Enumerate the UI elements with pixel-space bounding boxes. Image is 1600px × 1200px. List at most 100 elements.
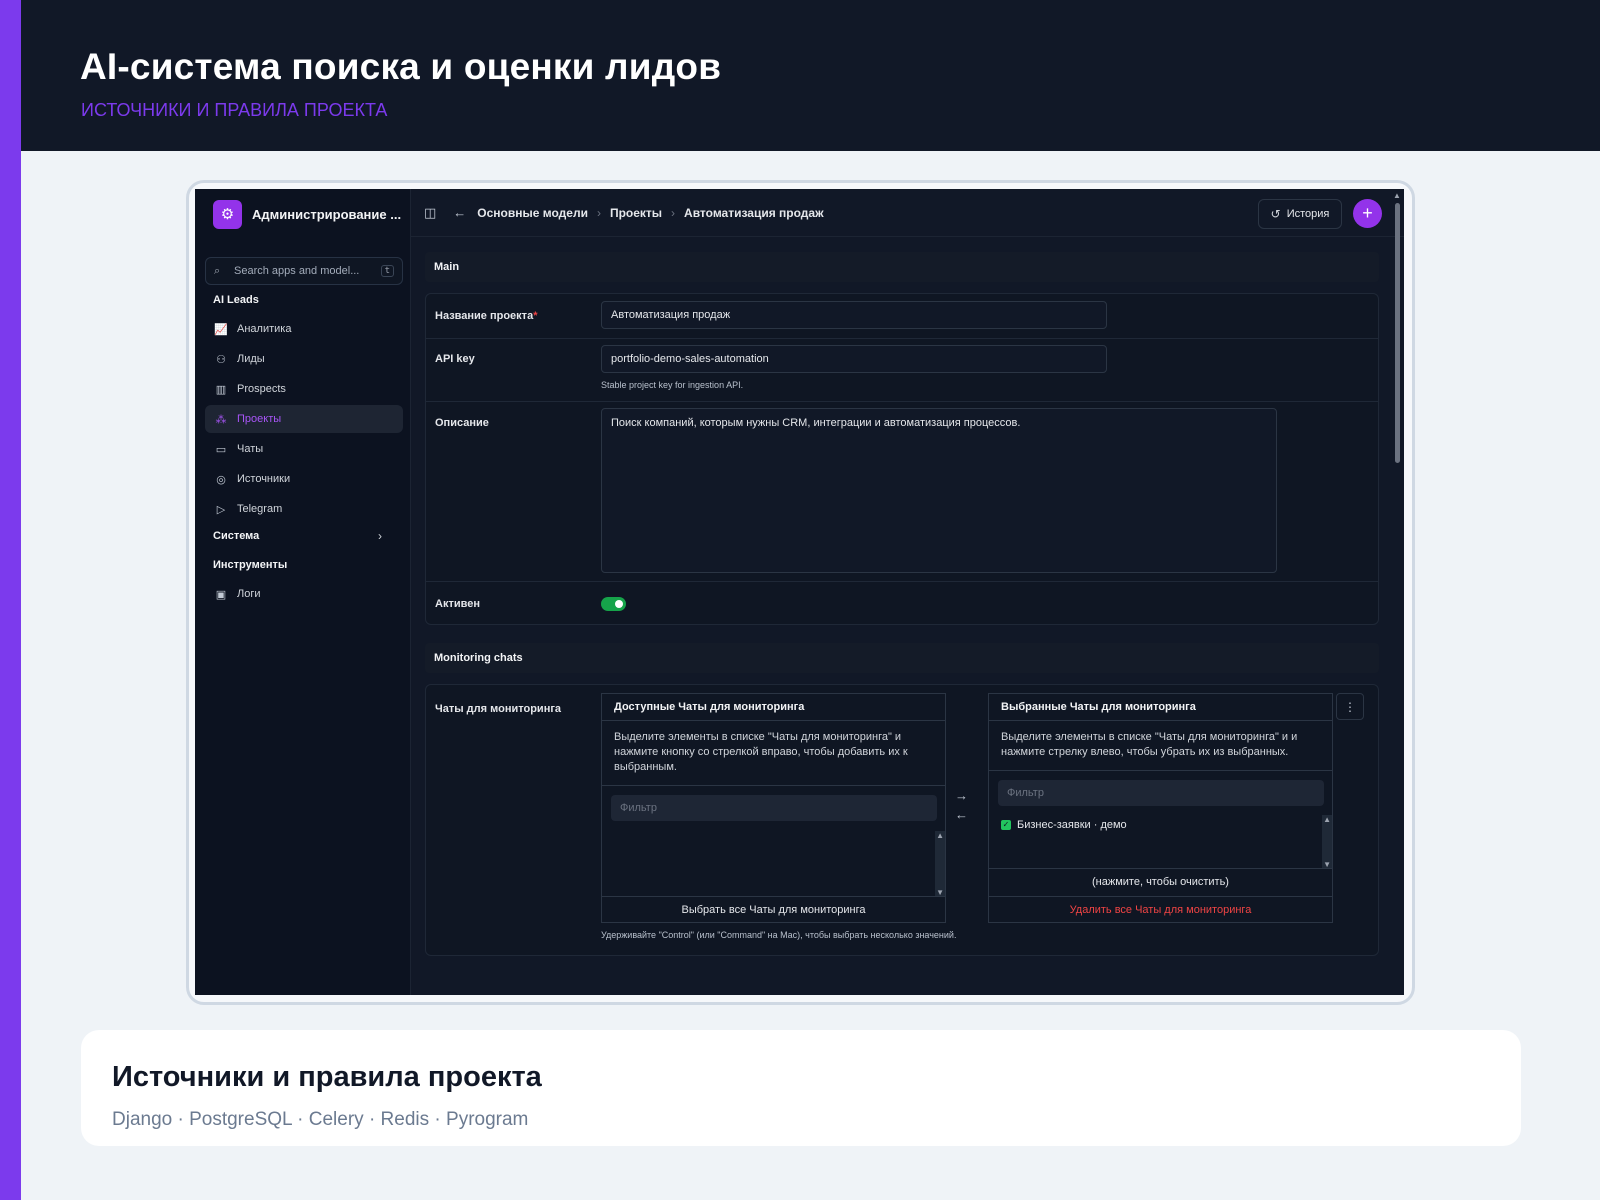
info-title: Источники и правила проекта (112, 1061, 542, 1093)
sidebar-item-chats[interactable]: ▭ Чаты (205, 435, 403, 463)
required-mark: * (533, 310, 538, 322)
arrow-right-icon[interactable]: → (955, 788, 968, 803)
info-card: Источники и правила проекта Django · Pos… (81, 1030, 1521, 1146)
name-label: Название проекта* (435, 310, 538, 322)
available-filter-input[interactable]: Фильтр (611, 795, 937, 821)
shortcut-hint: t (380, 265, 394, 277)
multi-select-help: Удерживайте "Control" (или "Command" на … (601, 930, 957, 940)
sidebar-item-label: Чаты (237, 443, 264, 455)
clear-selection-link[interactable]: (нажмите, чтобы очистить) (989, 868, 1332, 895)
sidebar: ⚙ Администрирование ... ⌕ Search apps an… (195, 189, 411, 995)
main-fieldset: Название проекта* Автоматизация продаж A… (425, 293, 1379, 625)
brand-name: Администрирование ... (252, 206, 402, 222)
available-desc: Выделите элементы в списке "Чаты для мон… (614, 731, 908, 773)
selected-desc: Выделите элементы в списке "Чаты для мон… (1001, 731, 1298, 758)
sidebar-group-ai-leads: AI Leads (213, 294, 259, 306)
chevron-right-icon: › (671, 205, 676, 220)
selected-filter-input[interactable]: Фильтр (998, 780, 1324, 806)
sidebar-item-leads[interactable]: ⚇ Лиды (205, 345, 403, 373)
choose-all-button[interactable]: Выбрать все Чаты для мониторинга (602, 896, 945, 923)
sidebar-item-telegram[interactable]: ▷ Telegram (205, 495, 403, 523)
scroll-up-icon[interactable]: ▲ (1393, 191, 1401, 200)
option-label: Бизнес-заявки · демо (1017, 819, 1127, 831)
history-icon: ↺ (1270, 207, 1281, 221)
scroll-up-icon[interactable]: ▲ (1323, 815, 1331, 824)
breadcrumb-models[interactable]: Основные модели (477, 206, 588, 220)
add-button[interactable]: + (1353, 199, 1382, 228)
monitoring-fieldset: Чаты для мониторинга Доступные Чаты для … (425, 684, 1379, 956)
api-key-input[interactable]: portfolio-demo-sales-automation (601, 345, 1107, 373)
page-scrollbar[interactable]: ▲ (1393, 189, 1402, 995)
section-main: Main (425, 252, 1379, 282)
more-options-icon[interactable]: ⋮ (1336, 693, 1364, 720)
sidebar-item-sources[interactable]: ◎ Источники (205, 465, 403, 493)
sidebar-item-label: Аналитика (237, 323, 292, 335)
scrollbar-thumb[interactable] (1395, 203, 1400, 463)
scroll-up-icon[interactable]: ▲ (936, 831, 944, 840)
list-item[interactable]: ✓ Бизнес-заявки · демо (1001, 819, 1127, 831)
search-icon: ⌕ (214, 264, 221, 277)
accent-bar (0, 0, 21, 1200)
checkbox-checked-icon: ✓ (1001, 820, 1011, 830)
page-title: AI-система поиска и оценки лидов (80, 46, 722, 87)
scrollbar[interactable]: ▲ ▼ (935, 831, 945, 897)
chevron-right-icon: › (596, 205, 601, 220)
sidebar-item-label: Проекты (237, 413, 282, 425)
brand[interactable]: ⚙ Администрирование ... (213, 199, 402, 229)
selected-list[interactable]: ✓ Бизнес-заявки · демо ▲ ▼ (989, 815, 1332, 869)
admin-screenshot: ⚙ Администрирование ... ⌕ Search apps an… (195, 189, 1404, 995)
top-header: AI-система поиска и оценки лидов ИСТОЧНИ… (21, 0, 1600, 151)
sidebar-group-system[interactable]: Система (213, 530, 259, 542)
terminal-icon: ▣ (215, 588, 227, 601)
send-icon: ▷ (216, 503, 226, 516)
page-subtitle: ИСТОЧНИКИ И ПРАВИЛА ПРОЕКТА (81, 100, 388, 120)
users-icon: ⚇ (216, 353, 226, 366)
remove-all-button[interactable]: Удалить все Чаты для мониторинга (989, 896, 1332, 923)
building-icon: ▥ (215, 383, 227, 396)
history-label: История (1286, 208, 1330, 220)
plus-icon: + (1362, 203, 1373, 223)
chat-icon: ▭ (215, 443, 227, 456)
sidebar-item-logs[interactable]: ▣ Логи (205, 580, 403, 608)
tech-stack: Django · PostgreSQL · Celery · Redis · P… (112, 1109, 529, 1130)
active-label: Активен (435, 598, 480, 610)
sidebar-item-label: Telegram (237, 503, 283, 515)
sidebar-item-label: Логи (237, 588, 261, 600)
available-title: Доступные Чаты для мониторинга (602, 694, 945, 721)
description-textarea[interactable]: Поиск компаний, которым нужны CRM, интег… (601, 408, 1277, 573)
available-list[interactable]: ▲ ▼ (602, 831, 945, 897)
sidebar-item-label: Источники (237, 473, 291, 485)
sidebar-item-analytics[interactable]: 📈 Аналитика (205, 315, 403, 343)
history-button[interactable]: ↺ История (1258, 199, 1342, 229)
api-key-help: Stable project key for ingestion API. (601, 380, 744, 390)
chart-icon: 📈 (214, 323, 228, 336)
sidebar-item-label: Prospects (237, 383, 286, 395)
row-description: Описание Поиск компаний, которым нужны C… (426, 402, 1378, 582)
project-name-input[interactable]: Автоматизация продаж (601, 301, 1107, 329)
back-arrow-icon[interactable]: ← (453, 205, 466, 220)
gear-icon: ⚙ (213, 199, 242, 229)
api-key-label: API key (435, 353, 475, 365)
row-name: Название проекта* Автоматизация продаж (426, 294, 1378, 339)
search-placeholder: Search apps and model... (234, 265, 360, 277)
section-monitoring: Monitoring chats (425, 643, 1379, 673)
hub-icon: ⁂ (215, 413, 227, 426)
available-chats-box: Доступные Чаты для мониторинга Выделите … (601, 693, 946, 923)
radar-icon: ◎ (216, 473, 226, 486)
active-toggle[interactable] (601, 597, 626, 611)
sidebar-item-prospects[interactable]: ▥ Prospects (205, 375, 403, 403)
sidebar-toggle-icon[interactable]: ◫ (424, 205, 436, 221)
chevron-right-icon[interactable]: › (378, 529, 382, 543)
scrollbar[interactable]: ▲ ▼ (1322, 815, 1332, 869)
breadcrumb-projects[interactable]: Проекты (610, 206, 662, 220)
sidebar-item-label: Лиды (237, 353, 265, 365)
sidebar-item-projects[interactable]: ⁂ Проекты (205, 405, 403, 433)
description-label: Описание (435, 417, 489, 429)
sidebar-group-tools: Инструменты (213, 559, 288, 571)
row-api-key: API key portfolio-demo-sales-automation … (426, 339, 1378, 402)
sidebar-search[interactable]: ⌕ Search apps and model... t (205, 257, 403, 285)
breadcrumb-current: Автоматизация продаж (684, 205, 824, 220)
arrow-left-icon[interactable]: ← (955, 807, 968, 822)
row-active: Активен (426, 582, 1378, 625)
selected-title: Выбранные Чаты для мониторинга (989, 694, 1332, 721)
